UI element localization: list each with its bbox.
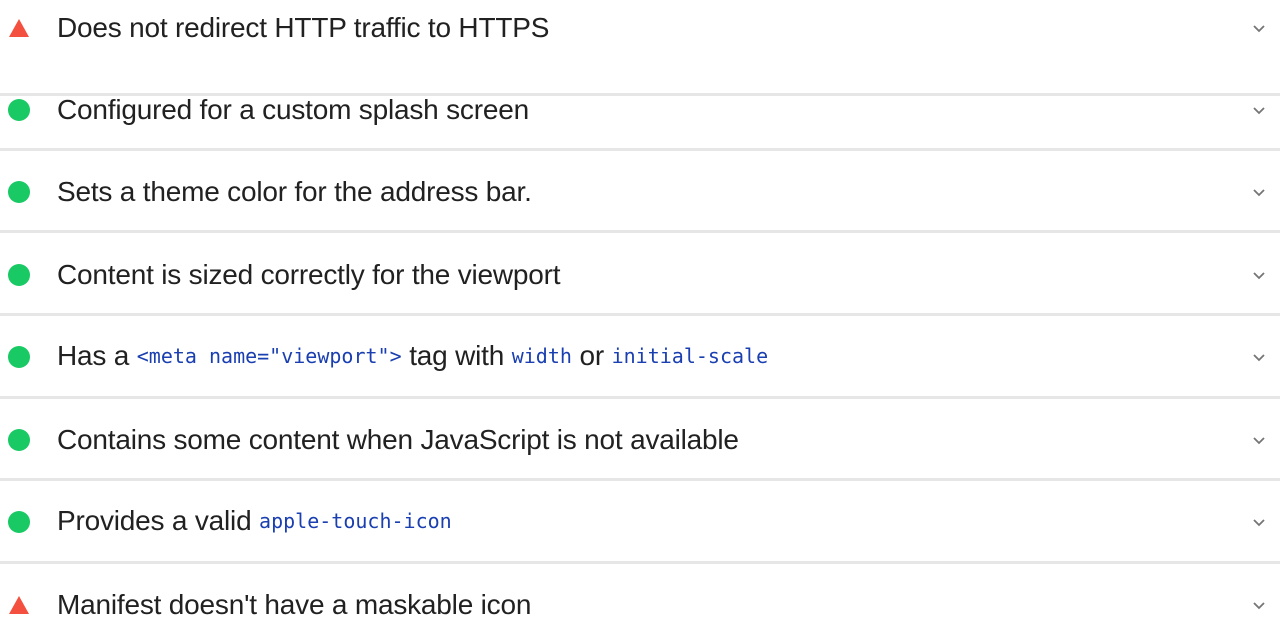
pass-circle-shape [8, 99, 30, 121]
audit-row-maskable-icon[interactable]: Manifest doesn't have a maskable icon [0, 577, 1280, 619]
audit-row-viewport-sizing[interactable]: Content is sized correctly for the viewp… [0, 247, 1280, 303]
pass-circle-shape [8, 264, 30, 286]
audit-title: Has a <meta name="viewport"> tag with wi… [57, 340, 768, 374]
audit-list: Does not redirect HTTP traffic to HTTPS … [0, 0, 1280, 619]
chevron-down-shape [1253, 107, 1265, 115]
chevron-down-shape [1253, 354, 1265, 362]
warning-triangle-shape [9, 19, 29, 37]
chevron-down-icon[interactable] [1252, 23, 1266, 33]
pass-circle-shape [8, 429, 30, 451]
divider [0, 396, 1280, 399]
chevron-down-icon[interactable] [1252, 517, 1266, 527]
divider [0, 561, 1280, 564]
code-initial-scale: initial-scale [611, 344, 769, 368]
warning-triangle-icon [9, 19, 29, 37]
pass-circle-shape [8, 346, 30, 368]
chevron-down-icon[interactable] [1252, 600, 1266, 610]
chevron-down-icon[interactable] [1252, 435, 1266, 445]
pass-circle-icon [8, 181, 30, 203]
chevron-down-icon[interactable] [1252, 105, 1266, 115]
divider [0, 313, 1280, 316]
divider [0, 230, 1280, 233]
divider [0, 148, 1280, 151]
chevron-down-shape [1253, 25, 1265, 33]
code-meta-viewport: <meta name="viewport"> [136, 344, 402, 368]
audit-row-meta-viewport[interactable]: Has a <meta name="viewport"> tag with wi… [0, 329, 1280, 385]
audit-title: Configured for a custom splash screen [57, 94, 529, 125]
chevron-down-shape [1253, 519, 1265, 527]
chevron-down-icon[interactable] [1252, 270, 1266, 280]
audit-title: Sets a theme color for the address bar. [57, 176, 532, 207]
warning-triangle-icon [9, 596, 29, 614]
audit-row-splash-screen[interactable]: Configured for a custom splash screen [0, 82, 1280, 138]
chevron-down-icon[interactable] [1252, 187, 1266, 197]
title-text: or [571, 340, 612, 371]
audit-title: Provides a valid apple-touch-icon [57, 505, 452, 539]
pass-circle-icon [8, 264, 30, 286]
audit-title: Contains some content when JavaScript is… [57, 424, 739, 455]
audit-row-https-redirect[interactable]: Does not redirect HTTP traffic to HTTPS [0, 0, 1280, 56]
chevron-down-shape [1253, 602, 1265, 610]
divider [0, 478, 1280, 481]
code-width: width [511, 344, 572, 368]
audit-title: Manifest doesn't have a maskable icon [57, 589, 532, 619]
audit-row-apple-touch-icon[interactable]: Provides a valid apple-touch-icon [0, 494, 1280, 550]
title-text: Provides a valid [57, 505, 260, 536]
warning-triangle-shape [9, 596, 29, 614]
audit-title: Does not redirect HTTP traffic to HTTPS [57, 12, 550, 43]
audit-row-theme-color[interactable]: Sets a theme color for the address bar. [0, 164, 1280, 220]
chevron-down-shape [1253, 272, 1265, 280]
pass-circle-shape [8, 511, 30, 533]
audit-title: Content is sized correctly for the viewp… [57, 259, 561, 290]
chevron-down-shape [1253, 437, 1265, 445]
pass-circle-icon [8, 429, 30, 451]
pass-circle-shape [8, 181, 30, 203]
title-text: tag with [401, 340, 512, 371]
code-apple-touch-icon: apple-touch-icon [259, 509, 452, 533]
chevron-down-icon[interactable] [1252, 352, 1266, 362]
pass-circle-icon [8, 99, 30, 121]
pass-circle-icon [8, 346, 30, 368]
audit-row-noscript-content[interactable]: Contains some content when JavaScript is… [0, 412, 1280, 468]
title-text: Has a [57, 340, 137, 371]
pass-circle-icon [8, 511, 30, 533]
chevron-down-shape [1253, 189, 1265, 197]
